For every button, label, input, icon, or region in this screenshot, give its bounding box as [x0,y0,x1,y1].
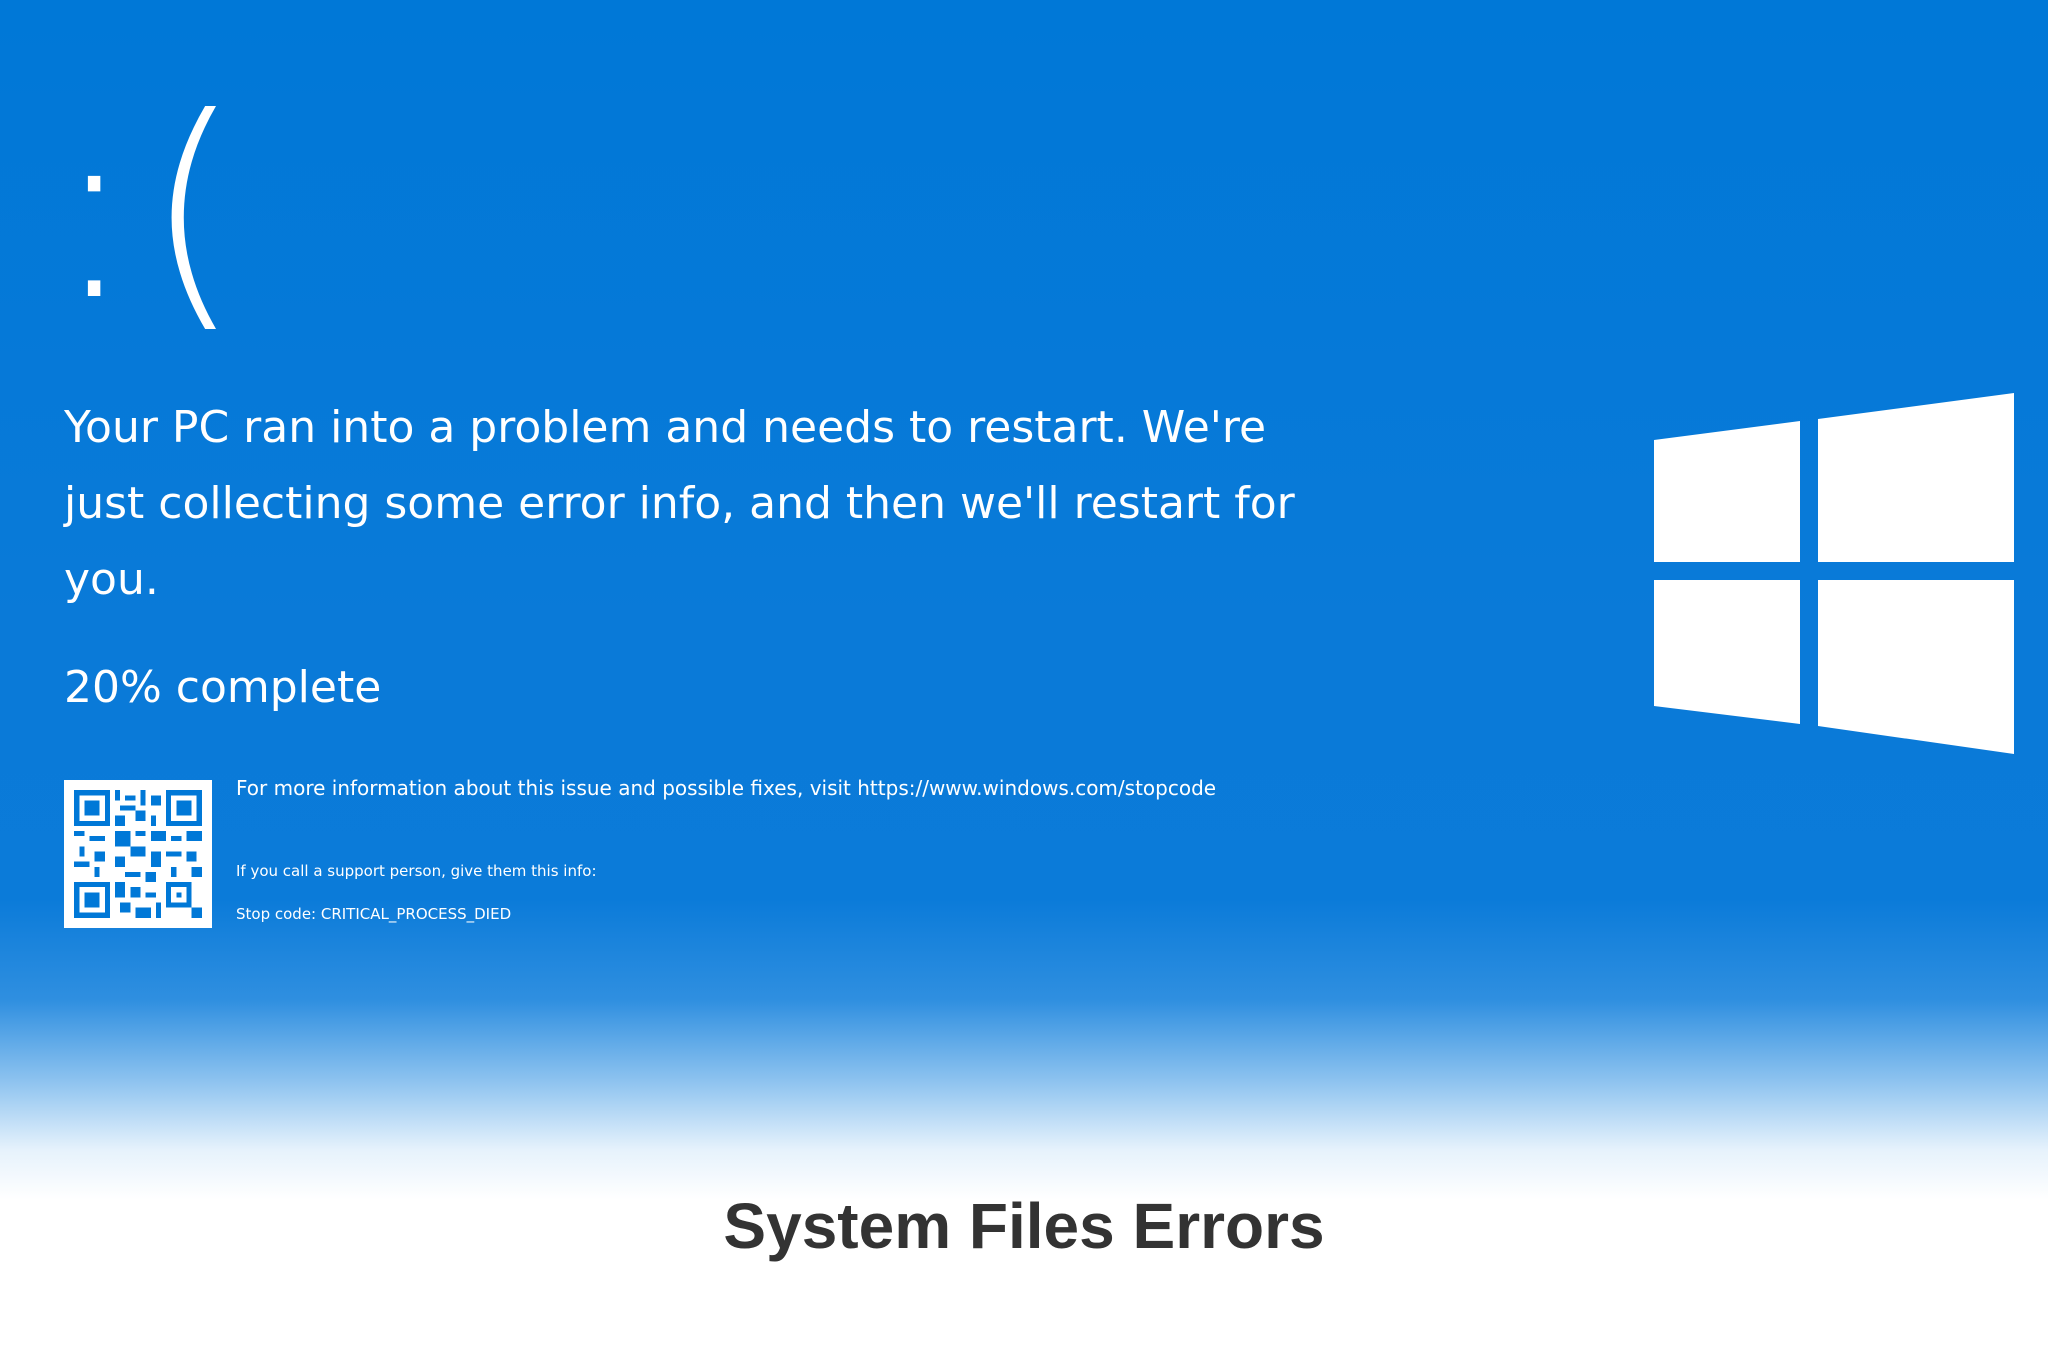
windows-logo-icon [1650,390,2018,756]
more-info-text: For more information about this issue an… [236,776,1217,800]
support-info-text: If you call a support person, give them … [236,862,597,880]
error-message: Your PC ran into a problem and needs to … [64,402,1295,605]
qr-code-icon [64,780,212,928]
bsod-screen: :( Your PC ran into a problem and needs … [0,0,2048,1364]
stop-code-text: Stop code: CRITICAL_PROCESS_DIED [236,905,512,923]
sad-face-emoticon: :( [52,64,250,355]
caption-title: System Files Errors [723,1190,1325,1262]
progress-text: 20% complete [64,662,382,713]
